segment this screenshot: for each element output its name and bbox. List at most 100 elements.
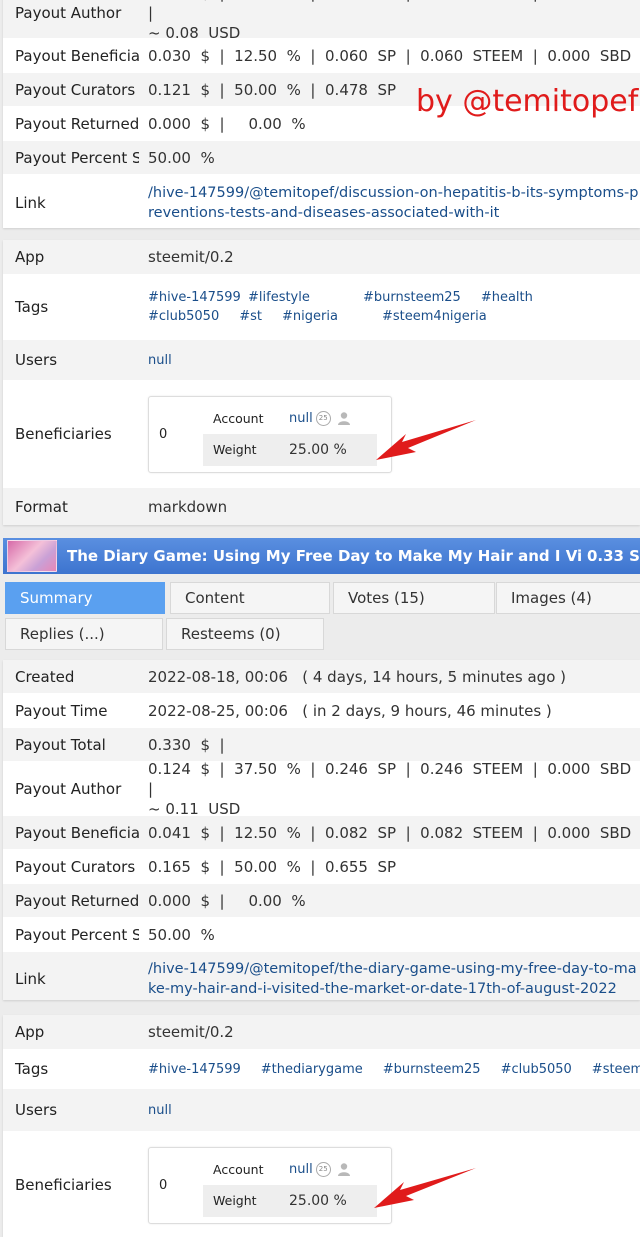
payout-curators-value: 0.165 $ | 50.00 % | 0.655 SP: [148, 857, 397, 876]
payout-percent-value: 50.00 %: [148, 148, 215, 167]
post1-meta-panel: App steemit/0.2 Tags #hive-147599 #lifes…: [3, 240, 640, 525]
payout-author-row: Payout Author 0.124 $ | 37.50 % | 0.246 …: [3, 762, 640, 816]
post-title[interactable]: The Diary Game: Using My Free Day to Mak…: [67, 547, 581, 565]
post-link[interactable]: /hive-147599/@temitopef/the-diary-game-u…: [148, 959, 640, 999]
beneficiaries-row: Beneficiaries 0 Account null 25 Weight 25…: [3, 1132, 640, 1237]
payout-curators-value: 0.121 $ | 50.00 % | 0.478 SP: [148, 80, 397, 99]
payout-returned-value: 0.000 $ | 0.00 %: [148, 891, 306, 910]
tags-row: Tags #hive-147599 #lifestyle #burnsteem2…: [3, 275, 640, 340]
beneficiary-table: Account null 25 Weight 25.00 %: [203, 403, 377, 466]
post-link[interactable]: /hive-147599/@temitopef/discussion-on-he…: [148, 183, 640, 223]
row-label: Payout Author: [3, 0, 139, 38]
row-label: Payout Time: [3, 694, 139, 727]
users-row: Users null: [3, 1089, 640, 1132]
tab-content[interactable]: Content: [170, 582, 330, 614]
row-label: Format: [3, 488, 139, 525]
row-label: Link: [3, 175, 139, 228]
users-value[interactable]: null: [148, 1103, 172, 1118]
tag-link[interactable]: #health: [481, 290, 533, 305]
tag-link[interactable]: #burnsteem25: [383, 1062, 481, 1077]
row-label: Link: [3, 952, 139, 1000]
payout-curators-row: Payout Curators 0.165 $ | 50.00 % | 0.65…: [3, 850, 640, 884]
account-link[interactable]: null: [289, 1162, 313, 1177]
row-label: Payout Curators: [3, 850, 139, 883]
row-label: Users: [3, 340, 139, 380]
watermark-text: by @temitopef: [416, 84, 639, 119]
row-label: Payout Returned: [3, 884, 139, 917]
tags-row: Tags #hive-147599 #thediarygame #burnste…: [3, 1050, 640, 1089]
post-thumbnail: [7, 540, 57, 572]
post2-tabs: Summary Content Votes (15) Images (4) Re…: [3, 578, 640, 656]
user-icon: [337, 1163, 350, 1176]
payout-percent-value: 50.00 %: [148, 925, 215, 944]
beneficiary-index: 0: [159, 426, 168, 442]
post2-title-bar[interactable]: The Diary Game: Using My Free Day to Mak…: [3, 538, 640, 574]
row-label: Payout Curators: [3, 73, 139, 106]
red-arrow-icon: [376, 420, 476, 460]
row-label: Users: [3, 1089, 139, 1131]
tag-list: #hive-147599 #lifestyle #burnsteem25 #he…: [148, 290, 640, 324]
app-value: steemit/0.2: [148, 1023, 234, 1041]
format-row: Format markdown: [3, 488, 640, 525]
tag-link[interactable]: #lifestyle: [248, 290, 343, 305]
payout-time-row: Payout Time 2022-08-25, 00:06 ( in 2 day…: [3, 694, 640, 728]
link-row: Link /hive-147599/@temitopef/the-diary-g…: [3, 952, 640, 1000]
row-label: Payout Author: [3, 762, 139, 815]
user-icon: [337, 412, 350, 425]
row-label: Payout Percent S: [3, 918, 139, 951]
payout-time-value: 2022-08-25, 00:06 ( in 2 days, 9 hours, …: [148, 701, 552, 720]
tag-link[interactable]: #hive-147599: [148, 1062, 241, 1077]
tab-resteems[interactable]: Resteems (0): [166, 618, 324, 650]
tag-list: #hive-147599 #thediarygame #burnsteem25 …: [148, 1062, 640, 1077]
row-label: Tags: [3, 1050, 139, 1088]
tag-link[interactable]: #hive-147599: [148, 290, 241, 305]
tab-summary[interactable]: Summary: [5, 582, 165, 614]
tab-images[interactable]: Images (4): [496, 582, 640, 614]
tag-link[interactable]: #nigeria: [282, 309, 362, 324]
row-label: Payout Percent S: [3, 141, 139, 174]
payout-percent-row: Payout Percent S 50.00 %: [3, 918, 640, 952]
post2-summary-panel: Created 2022-08-18, 00:06 ( 4 days, 14 h…: [3, 660, 640, 1000]
beneficiaries-row: Beneficiaries 0 Account null 25 Weight 25…: [3, 381, 640, 488]
row-label: Beneficiaries: [3, 1132, 139, 1237]
row-label: App: [3, 1015, 139, 1049]
tab-votes[interactable]: Votes (15): [333, 582, 495, 614]
users-value[interactable]: null: [148, 353, 172, 368]
row-label: Payout Beneficia: [3, 39, 139, 72]
tag-link[interactable]: #burnsteem25: [363, 290, 461, 305]
beneficiary-index: 0: [159, 1177, 168, 1193]
weight-value: 25.00 %: [279, 1184, 377, 1217]
tag-link[interactable]: #club5050: [501, 1062, 572, 1077]
beneficiary-table: Account null 25 Weight 25.00 %: [203, 1154, 377, 1217]
payout-returned-value: 0.000 $ | 0.00 %: [148, 114, 306, 133]
account-link[interactable]: null: [289, 411, 313, 426]
tag-link[interactable]: #thediarygame: [261, 1062, 363, 1077]
beneficiaries-card: 0 Account null 25 Weight 25.00 %: [148, 1146, 392, 1224]
link-row: Link /hive-147599/@temitopef/discussion-…: [3, 175, 640, 228]
reputation-badge: 25: [315, 1161, 331, 1177]
tag-link[interactable]: #club5050: [148, 309, 219, 324]
account-label: Account: [213, 1161, 264, 1177]
row-label: Payout Returned: [3, 107, 139, 140]
account-label: Account: [213, 410, 264, 426]
payout-total-row: Payout Total 0.330 $ |: [3, 728, 640, 762]
created-row: Created 2022-08-18, 00:06 ( 4 days, 14 h…: [3, 660, 640, 694]
tab-replies[interactable]: Replies (...): [5, 618, 163, 650]
payout-author-value: 0.090 $ | 37.50 % | 0.179 SP | 0.179 STE…: [148, 0, 631, 38]
payout-beneficiaries-value: 0.041 $ | 12.50 % | 0.082 SP | 0.082 STE…: [148, 823, 632, 842]
weight-label: Weight: [203, 433, 279, 466]
weight-label: Weight: [203, 1184, 279, 1217]
payout-beneficiaries-row: Payout Beneficia 0.041 $ | 12.50 % | 0.0…: [3, 816, 640, 850]
payout-beneficiaries-row: Payout Beneficia 0.030 $ | 12.50 % | 0.0…: [3, 39, 640, 73]
payout-percent-row: Payout Percent S 50.00 %: [3, 141, 640, 175]
users-row: Users null: [3, 340, 640, 381]
weight-value: 25.00 %: [279, 433, 377, 466]
row-label: Beneficiaries: [3, 381, 139, 487]
beneficiaries-card: 0 Account null 25 Weight 25.00 %: [148, 395, 392, 473]
tag-link[interactable]: #st: [239, 309, 262, 324]
red-arrow-icon: [374, 1168, 476, 1208]
tag-link[interactable]: #steem4nigeria: [382, 309, 487, 324]
app-value: steemit/0.2: [148, 248, 234, 266]
app-row: App steemit/0.2: [3, 240, 640, 275]
tag-link[interactable]: #steemexclusiv: [592, 1062, 640, 1077]
